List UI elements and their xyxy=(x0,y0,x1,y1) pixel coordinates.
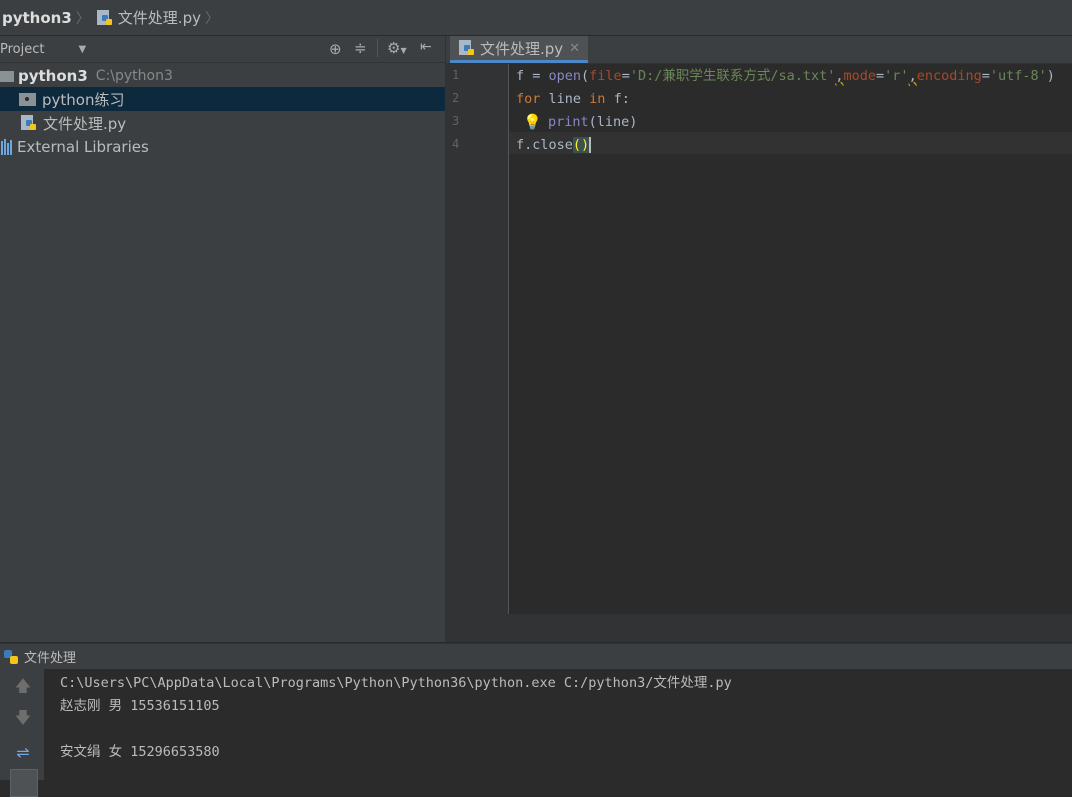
folder-icon xyxy=(0,70,14,82)
folder-icon xyxy=(19,92,36,106)
project-panel-title: Project xyxy=(0,41,45,57)
line-number: 4 xyxy=(452,137,460,151)
chevron-down-icon: ▼ xyxy=(78,43,87,55)
arrow-up-icon[interactable]: 🡅 xyxy=(10,675,36,701)
editor: 文件处理.py ✕ 1 2 3 4 f = open(file='D:/兼职学生… xyxy=(446,36,1072,642)
code-area[interactable]: f = open(file='D:/兼职学生联系方式/sa.txt',mode=… xyxy=(509,64,1072,614)
run-toolbar: 🡅 🡇 ⇌ xyxy=(0,669,44,797)
tree-root-path: C:\python3 xyxy=(95,68,173,84)
breadcrumb: python3 〉 文件处理.py 〉 xyxy=(0,0,1072,36)
separator-icon xyxy=(377,39,378,57)
tree-item-external-libraries[interactable]: External Libraries xyxy=(0,135,445,159)
scroll-to-end-icon[interactable] xyxy=(10,769,38,797)
tree-item-label: 文件处理.py xyxy=(43,114,127,133)
breadcrumb-file[interactable]: 文件处理.py xyxy=(96,0,201,35)
console-line: 赵志刚 男 15536151105 xyxy=(60,698,220,714)
close-icon[interactable]: ✕ xyxy=(569,41,580,56)
hide-panel-icon[interactable]: ⇤ xyxy=(420,39,432,55)
run-panel: 文件处理 🡅 🡇 ⇌ C:\Users\PC\AppData\Local\Pro… xyxy=(0,643,1072,797)
breadcrumb-project[interactable]: python3 xyxy=(0,0,72,35)
tree-root-name: python3 xyxy=(18,67,88,85)
python-run-icon xyxy=(2,648,20,666)
editor-gutter: 1 2 3 4 xyxy=(446,64,509,614)
python-file-icon xyxy=(458,39,476,57)
code-line-3: print(line) xyxy=(548,114,638,130)
libraries-icon xyxy=(1,139,12,155)
python-file-icon xyxy=(96,9,114,27)
breadcrumb-file-label: 文件处理.py xyxy=(117,9,201,27)
run-panel-title: 文件处理 xyxy=(24,651,77,666)
python-file-icon xyxy=(20,114,38,132)
line-number: 1 xyxy=(452,68,460,82)
matched-brace: () xyxy=(572,137,590,153)
breadcrumb-separator-icon: 〉 xyxy=(75,10,90,27)
breadcrumb-separator-icon: 〉 xyxy=(204,10,219,27)
line-number: 2 xyxy=(452,91,460,105)
breadcrumb-project-label: python3 xyxy=(2,8,72,27)
console-line: C:\Users\PC\AppData\Local\Programs\Pytho… xyxy=(60,675,732,691)
code-line-4: f.close() xyxy=(516,137,592,153)
tree-item-python-practice[interactable]: python练习 xyxy=(0,87,445,111)
tree-item-file[interactable]: 文件处理.py xyxy=(0,111,445,135)
soft-wrap-icon[interactable]: ⇌ xyxy=(10,739,36,765)
run-panel-header: 文件处理 xyxy=(0,644,1072,669)
project-panel-header: Project ▼ ⊕ ≑ ⚙▼ ⇤ xyxy=(0,36,445,63)
line-number: 3 xyxy=(452,114,460,128)
console-line: 安文绢 女 15296653580 xyxy=(60,744,220,760)
editor-footer xyxy=(446,614,1072,642)
project-panel: Project ▼ ⊕ ≑ ⚙▼ ⇤ python3 C:\python3 py… xyxy=(0,36,446,642)
tree-item-label: python练习 xyxy=(42,90,125,109)
arrow-down-icon[interactable]: 🡇 xyxy=(10,707,36,733)
locate-icon[interactable]: ⊕ xyxy=(329,40,342,58)
code-line-2: for line in f: xyxy=(516,91,630,107)
gear-icon[interactable]: ⚙▼ xyxy=(387,39,407,57)
editor-tab-label: 文件处理.py xyxy=(480,39,564,58)
editor-tab-file[interactable]: 文件处理.py ✕ xyxy=(450,36,589,63)
lightbulb-icon[interactable]: 💡 xyxy=(523,113,542,131)
tree-item-label: External Libraries xyxy=(17,138,149,156)
tree-root-python3[interactable]: python3 C:\python3 xyxy=(0,64,445,88)
code-line-1: f = open(file='D:/兼职学生联系方式/sa.txt',mode=… xyxy=(516,68,1055,84)
project-view-selector[interactable]: Project ▼ xyxy=(0,42,86,57)
editor-tab-bar: 文件处理.py ✕ xyxy=(446,36,1072,64)
text-cursor xyxy=(589,137,592,153)
collapse-all-icon[interactable]: ≑ xyxy=(354,39,367,57)
